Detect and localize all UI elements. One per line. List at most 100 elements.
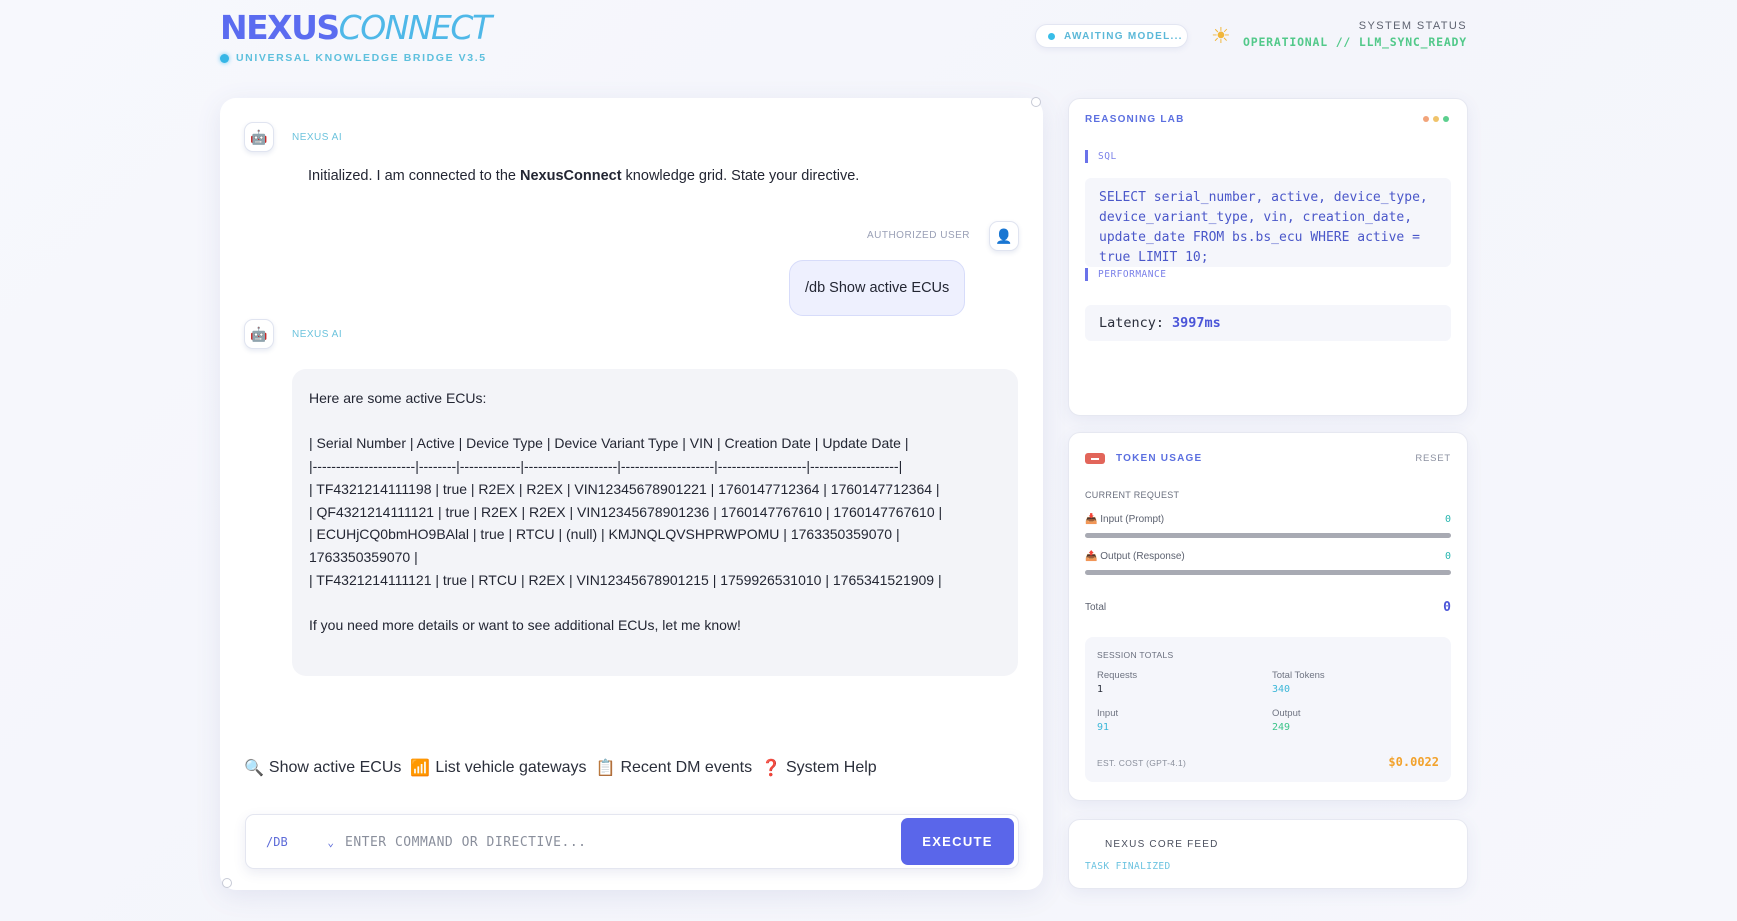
user-avatar-icon: 👤: [989, 221, 1019, 251]
reply-line: If you need more details or want to see …: [309, 617, 741, 633]
output-tokens-row: 📤 Output (Response) 0: [1085, 551, 1451, 562]
session-totals-title: SESSION TOTALS: [1097, 650, 1174, 660]
greeting-text-brand: NexusConnect: [520, 168, 622, 184]
est-cost-label: EST. COST (GPT-4.1): [1097, 758, 1187, 768]
reply-line: [309, 591, 1002, 614]
logo-connect: CONNECT: [338, 8, 492, 47]
subtitle-text: UNIVERSAL KNOWLEDGE BRIDGE V3.5: [236, 52, 487, 64]
token-usage-panel: TOKEN USAGE RESET CURRENT REQUEST 📥 Inpu…: [1068, 432, 1468, 801]
token-usage-header: TOKEN USAGE: [1085, 453, 1202, 464]
status-dot-icon: [220, 53, 229, 63]
mode-select[interactable]: /DB ⌄: [266, 830, 334, 854]
app-subtitle: UNIVERSAL KNOWLEDGE BRIDGE V3.5: [220, 52, 491, 64]
quick-action-list-gateways[interactable]: 📶 List vehicle gateways: [410, 758, 586, 778]
mode-select-value: /DB: [266, 835, 288, 849]
total-tokens-label: Total Tokens: [1272, 670, 1325, 681]
ai-greeting-message: Initialized. I am connected to the Nexus…: [308, 168, 859, 184]
model-status-pill: AWAITING MODEL...: [1035, 24, 1188, 48]
system-status-value: OPERATIONAL // LLM_SYNC_READY: [1243, 35, 1467, 49]
reply-line: |----------------------|--------|-------…: [309, 458, 903, 475]
ticket-icon: [1085, 453, 1105, 464]
quick-action-label: System Help: [785, 759, 877, 776]
reply-line: Here are some active ECUs:: [309, 390, 487, 406]
status-dot-green-icon: [1443, 116, 1449, 122]
sql-query-box: SELECT serial_number, active, device_typ…: [1085, 178, 1451, 267]
command-input[interactable]: [345, 828, 805, 856]
ai-robot-avatar-icon: 🤖: [244, 319, 274, 349]
reasoning-lab-title: REASONING LAB: [1085, 114, 1185, 125]
quick-action-recent-dm-events[interactable]: 📋 Recent DM events: [596, 758, 753, 778]
requests-stat: Requests 1: [1097, 670, 1137, 695]
sql-section-label: SQL: [1085, 150, 1117, 163]
quick-action-system-help[interactable]: ❓ System Help: [761, 758, 877, 778]
ai-reply-bubble: Here are some active ECUs: | Serial Numb…: [292, 369, 1018, 676]
quick-action-label: Show active ECUs: [268, 759, 402, 776]
clipboard-icon: 📋: [595, 760, 616, 777]
session-input-stat: Input 91: [1097, 708, 1118, 733]
ai-sender-label: NEXUS AI: [292, 132, 343, 143]
session-output-value: 249: [1272, 722, 1291, 733]
ai-sender-label: NEXUS AI: [292, 329, 343, 340]
user-sender-label: AUTHORIZED USER: [866, 230, 970, 241]
total-tokens-row: Total 0: [1085, 600, 1451, 615]
reply-line: | QF4321214111121 | true | R2EX | R2EX |…: [309, 503, 943, 520]
session-totals-box: SESSION TOTALS Requests 1 Total Tokens 3…: [1085, 637, 1451, 782]
performance-box: Latency: 3997ms: [1085, 305, 1451, 341]
chat-panel: 🤖 NEXUS AI Initialized. I am connected t…: [220, 97, 1043, 890]
resize-handle-icon[interactable]: [1031, 97, 1041, 107]
user-message-bubble: /db Show active ECUs: [789, 260, 966, 316]
quick-action-show-active-ecus[interactable]: 🔍 Show active ECUs: [244, 758, 401, 778]
output-tokens-label: 📤 Output (Response): [1085, 551, 1185, 562]
system-status: SYSTEM STATUS OPERATIONAL // LLM_SYNC_RE…: [1243, 20, 1467, 49]
quick-actions: 🔍 Show active ECUs 📶 List vehicle gatewa…: [244, 758, 877, 778]
reply-line: | TF4321214111121 | true | RTCU | R2EX |…: [309, 571, 942, 588]
window-dots: [1423, 116, 1449, 122]
reply-line: | TF4321214111198 | true | R2EX | R2EX |…: [309, 480, 940, 497]
est-cost-value: $0.0022: [1388, 755, 1439, 769]
status-dot-orange-icon: [1423, 116, 1429, 122]
core-feed-title: NEXUS CORE FEED: [1105, 839, 1219, 850]
execute-button[interactable]: EXECUTE: [901, 818, 1014, 865]
quick-action-label: Recent DM events: [620, 759, 753, 776]
latency-value: 3997ms: [1172, 315, 1221, 331]
magnifier-icon: 🔍: [244, 760, 264, 777]
output-tokens-value: 0: [1444, 551, 1451, 562]
reply-line: | ECUHjCQ0bmHO9BAlal | true | RTCU | (nu…: [309, 526, 900, 565]
output-tokens-bar: [1085, 570, 1451, 575]
requests-label: Requests: [1097, 670, 1138, 681]
model-status-text: AWAITING MODEL...: [1064, 30, 1183, 42]
latency-label: Latency:: [1099, 315, 1165, 331]
reset-button[interactable]: RESET: [1415, 453, 1451, 464]
quick-action-label: List vehicle gateways: [435, 759, 587, 776]
pulse-dot-icon: [1048, 32, 1055, 40]
chevron-down-icon: ⌄: [327, 835, 334, 849]
greeting-text-post: knowledge grid. State your directive.: [621, 168, 860, 184]
total-label: Total: [1085, 602, 1107, 613]
session-output-label: Output: [1272, 708, 1301, 719]
core-feed-status: TASK FINALIZED: [1085, 861, 1171, 872]
token-usage-title: TOKEN USAGE: [1116, 453, 1203, 464]
input-tokens-value: 0: [1444, 514, 1451, 525]
resize-handle-icon[interactable]: [222, 878, 232, 888]
question-mark-icon: ❓: [761, 760, 781, 777]
reply-line: [309, 410, 1002, 433]
app-header: NEXUSCONNECT UNIVERSAL KNOWLEDGE BRIDGE …: [0, 0, 1737, 80]
input-tokens-row: 📥 Input (Prompt) 0: [1085, 514, 1451, 525]
app-logo: NEXUSCONNECT: [220, 8, 492, 48]
session-input-value: 91: [1097, 722, 1110, 733]
reply-line: | Serial Number | Active | Device Type |…: [309, 435, 909, 452]
system-status-title: SYSTEM STATUS: [1358, 20, 1467, 32]
logo-nexus: NEXUS: [220, 8, 340, 47]
input-tokens-label: 📥 Input (Prompt): [1085, 514, 1165, 525]
requests-value: 1: [1097, 684, 1104, 695]
command-input-bar: /DB ⌄ EXECUTE: [245, 814, 1019, 869]
session-input-label: Input: [1097, 708, 1119, 719]
ai-robot-avatar-icon: 🤖: [244, 122, 274, 152]
theme-toggle-sun-icon[interactable]: ☀: [1211, 23, 1231, 49]
total-tokens-stat: Total Tokens 340: [1272, 670, 1325, 695]
performance-section-label: PERFORMANCE: [1085, 268, 1166, 281]
core-feed-panel: NEXUS CORE FEED TASK FINALIZED: [1068, 819, 1468, 889]
total-value: 0: [1443, 600, 1451, 615]
total-tokens-value: 340: [1272, 684, 1291, 695]
greeting-text-pre: Initialized. I am connected to the: [308, 168, 520, 184]
